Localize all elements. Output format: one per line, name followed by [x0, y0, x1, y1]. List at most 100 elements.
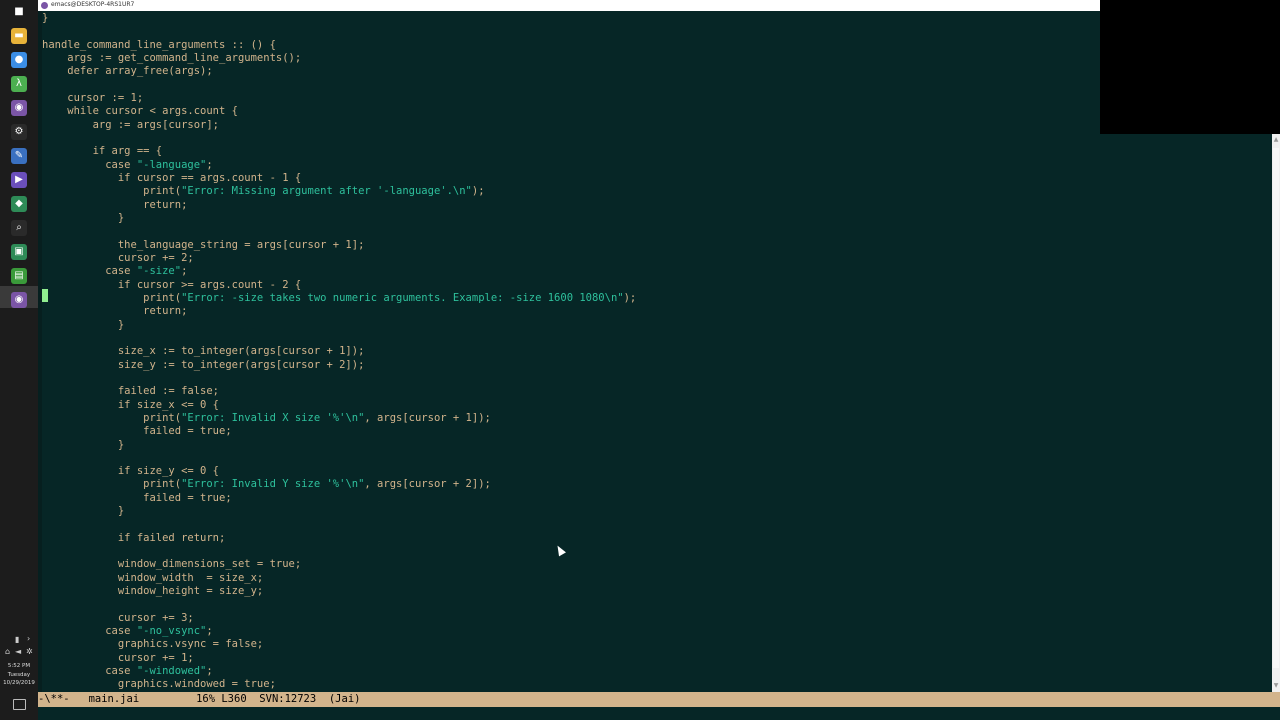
scroll-up-icon[interactable]: ▲ [1272, 136, 1280, 144]
code-editor[interactable]: } handle_command_line_arguments :: () { a… [38, 11, 1272, 692]
code-line: args := get_command_line_arguments(); [42, 52, 636, 65]
green-app-icon[interactable]: ◆ [11, 196, 27, 212]
code-token: print( [42, 478, 182, 491]
code-token: ; [206, 665, 213, 678]
code-token: case [42, 158, 137, 171]
code-line: if failed return; [42, 532, 636, 545]
code-token: graphics.vsync = false; [42, 638, 264, 651]
code-line: if size_x <= 0 { [42, 399, 636, 412]
overlay-panel [1100, 0, 1280, 134]
code-line: size_y := to_integer(args[cursor + 2]); [42, 359, 636, 372]
code-token: the_language_string = args[cursor + 1]; [42, 238, 365, 251]
chrome-icon[interactable]: ● [11, 52, 27, 68]
code-token: if cursor == args.count - 1 { [42, 171, 302, 184]
code-line: case "-size"; [42, 265, 636, 278]
code-line: if cursor >= args.count - 2 { [42, 279, 636, 292]
code-line: if size_y <= 0 { [42, 465, 636, 478]
settings-tray-icon[interactable]: ✲ [26, 647, 33, 656]
search-app-icon[interactable]: ⌕ [11, 220, 27, 236]
code-line: window_dimensions_set = true; [42, 558, 636, 571]
settings-app-icon[interactable]: ⚙ [11, 124, 27, 140]
code-line: graphics.windowed = true; [42, 678, 636, 691]
code-token: cursor += 1; [42, 651, 194, 664]
windows-start-icon[interactable]: ■ [11, 4, 27, 20]
code-line: case "-windowed"; [42, 665, 636, 678]
code-token: window_dimensions_set = true; [42, 558, 302, 571]
code-line: cursor += 1; [42, 652, 636, 665]
lambda-app-icon[interactable]: λ [11, 76, 27, 92]
code-token: ; [181, 265, 188, 278]
buffer-position: 16% L360 [196, 693, 247, 705]
code-token: print( [42, 185, 182, 198]
code-token: while cursor < args.count { [42, 105, 238, 118]
code-line: print("Error: Invalid Y size '%'\n", arg… [42, 478, 636, 491]
code-token: failed = true; [42, 491, 232, 504]
code-token: failed := false; [42, 385, 220, 398]
code-token: cursor += 3; [42, 611, 194, 624]
code-token: case [42, 625, 137, 638]
code-token: if arg == { [42, 145, 163, 158]
code-token: cursor += 2; [42, 251, 194, 264]
usb-icon[interactable]: ▮ [15, 635, 19, 644]
code-line: } [42, 212, 636, 225]
clock-day: Tuesday [7, 671, 31, 678]
code-line: failed = true; [42, 425, 636, 438]
code-line: } [42, 505, 636, 518]
code-token: case [42, 265, 137, 278]
volume-icon[interactable]: ◄ [15, 647, 21, 656]
scroll-down-icon[interactable]: ▼ [1272, 682, 1280, 690]
chart-app-icon[interactable]: ▤ [11, 268, 27, 284]
string-literal: "-windowed" [136, 665, 207, 678]
code-line: print("Error: Invalid X size '%'\n", arg… [42, 412, 636, 425]
file-explorer-icon[interactable]: ▬ [11, 28, 27, 44]
network-icon[interactable]: ⌂ [5, 647, 10, 656]
code-line: print("Error: -size takes two numeric ar… [42, 292, 636, 305]
code-token: return; [42, 305, 188, 318]
code-line: case "-language"; [42, 159, 636, 172]
code-line: cursor := 1; [42, 92, 636, 105]
code-buffer[interactable]: } handle_command_line_arguments :: () { a… [42, 12, 636, 692]
minibuffer[interactable] [38, 707, 1280, 720]
code-token: window_width = size_x; [42, 571, 264, 584]
tool-app-icon[interactable]: ✎ [11, 148, 27, 164]
chevron-right-icon[interactable]: › [27, 634, 30, 643]
code-token: print( [42, 411, 182, 424]
code-line: cursor += 2; [42, 252, 636, 265]
terminal-app-icon[interactable]: ▣ [11, 244, 27, 260]
code-line: } [42, 12, 636, 25]
notification-center-icon[interactable] [13, 699, 26, 710]
code-token: ; [206, 625, 213, 638]
windows-taskbar: ■ ▬ ● λ ◉ ⚙ ✎ ▶ ◆ ⌕ ▣ ▤ ◉ ▮ › ⌂ ◄ ✲ 5:52 PM Tuesday … [0, 0, 38, 720]
code-token: arg := args[cursor]; [42, 118, 220, 131]
string-literal: "-size" [136, 265, 182, 278]
taskbar-clock[interactable]: 5:52 PM Tuesday 10/29/2019 [0, 662, 38, 688]
code-line: } [42, 439, 636, 452]
visual-studio-icon[interactable]: ▶ [11, 172, 27, 188]
code-token: ; [206, 158, 213, 171]
code-token: window_height = size_y; [42, 585, 264, 598]
vertical-scrollbar[interactable]: ▲ ▼ [1272, 134, 1280, 692]
emacs-active-icon[interactable]: ◉ [11, 292, 27, 308]
buffer-status: -\**- [38, 693, 70, 705]
emacs-app-icon[interactable]: ◉ [11, 100, 27, 116]
string-literal: "Error: Invalid Y size '%'\n" [181, 478, 365, 491]
string-literal: "Error: Missing argument after '-languag… [181, 185, 472, 198]
code-line: case "-no_vsync"; [42, 625, 636, 638]
scrollbar-thumb[interactable] [1273, 148, 1279, 668]
svn-revision: SVN:12723 [259, 693, 317, 705]
code-token: handle_command_line_arguments :: () { [42, 38, 276, 51]
code-token: case [42, 665, 137, 678]
code-token: ); [471, 185, 485, 198]
code-token: ); [623, 291, 637, 304]
code-token: print( [42, 291, 182, 304]
code-line: failed := false; [42, 385, 636, 398]
code-token: } [42, 12, 49, 24]
code-line: print("Error: Missing argument after '-l… [42, 185, 636, 198]
window-title: emacs@DESKTOP-4RS1UR7 [51, 1, 135, 8]
